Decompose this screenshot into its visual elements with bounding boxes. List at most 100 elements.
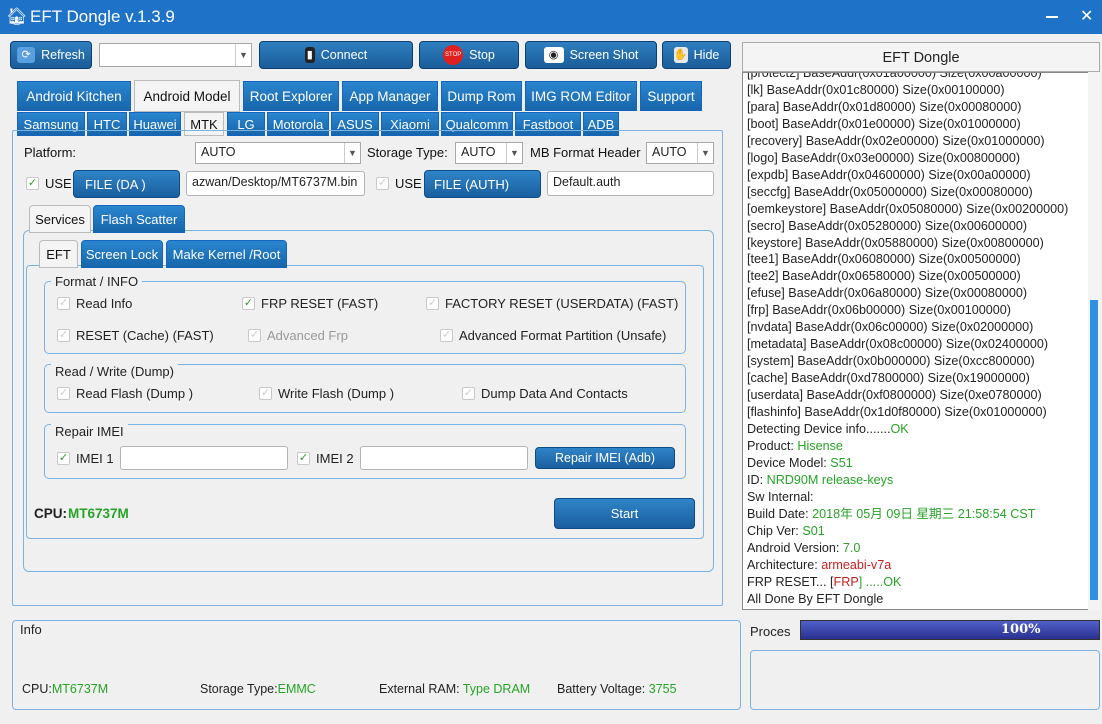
log-line-text: [cache] BaseAddr(0xd7800000) Size(0x1900…	[747, 371, 1030, 386]
tab-eft[interactable]: EFT	[39, 240, 78, 268]
reset-cache-option[interactable]: ✓ RESET (Cache) (FAST)	[57, 328, 214, 343]
log-line-text: Chip Ver:	[747, 523, 803, 538]
info-battery-value: 3755	[648, 682, 677, 696]
tab-android-model[interactable]: Android Model	[134, 80, 240, 112]
log-line: All Done By EFT Dongle	[747, 591, 1099, 608]
connect-label: Connect	[320, 48, 368, 62]
hide-label: Hide	[693, 48, 720, 62]
advanced-format-checkbox[interactable]: ✓	[440, 329, 453, 342]
tab-flash-scatter[interactable]: Flash Scatter	[93, 205, 185, 233]
use-da-checkbox[interactable]: ✓	[26, 177, 39, 190]
read-flash-checkbox[interactable]: ✓	[57, 387, 70, 400]
log-line: ID: NRD90M release-keys	[747, 472, 1099, 489]
imei2-option[interactable]: ✓ IMEI 2	[297, 451, 354, 466]
minimize-icon[interactable]	[1046, 16, 1058, 18]
cpu-label: CPU:	[34, 506, 67, 521]
info-storage: Storage Type:EMMC	[200, 682, 316, 696]
log-line: [frp] BaseAddr(0x06b00000) Size(0x001000…	[747, 302, 1099, 319]
log-line: [seccfg] BaseAddr(0x05000000) Size(0x000…	[747, 184, 1099, 201]
write-flash-checkbox[interactable]: ✓	[259, 387, 272, 400]
screenshot-label: Screen Shot	[569, 48, 639, 62]
file-auth-button[interactable]: FILE (AUTH)	[424, 170, 541, 198]
log-line: Detecting Device info.......OK	[747, 421, 1099, 438]
advanced-format-option[interactable]: ✓ Advanced Format Partition (Unsafe)	[440, 328, 666, 343]
tab-support[interactable]: Support	[640, 81, 702, 111]
imei1-option[interactable]: ✓ IMEI 1	[57, 451, 114, 466]
tab-make-kernel-root[interactable]: Make Kernel /Root	[166, 240, 287, 268]
format-info-group	[44, 281, 686, 354]
use-auth-label: USE	[395, 176, 422, 191]
screenshot-button[interactable]: ◉ Screen Shot	[525, 41, 657, 69]
factory-reset-label: FACTORY RESET (USERDATA) (FAST)	[445, 296, 679, 311]
start-button[interactable]: Start	[554, 498, 695, 529]
imei1-checkbox[interactable]: ✓	[57, 452, 70, 465]
mb-format-select[interactable]: AUTO ▼	[646, 142, 714, 164]
log-line-text: Sw Internal:	[747, 489, 814, 504]
log-line-value: S01	[802, 523, 825, 538]
close-icon[interactable]: ✕	[1080, 6, 1093, 26]
tab-services[interactable]: Services	[29, 205, 91, 233]
log-line-value: FRP	[833, 574, 859, 589]
log-line: [cache] BaseAddr(0xd7800000) Size(0x1900…	[747, 370, 1099, 387]
advanced-format-label: Advanced Format Partition (Unsafe)	[459, 328, 667, 343]
info-storage-value: EMMC	[277, 682, 316, 696]
platform-select[interactable]: AUTO ▼	[195, 142, 361, 164]
cpu-value: MT6737M	[68, 506, 129, 521]
repair-imei-button[interactable]: Repair IMEI (Adb)	[535, 447, 675, 469]
read-info-checkbox[interactable]: ✓	[57, 297, 70, 310]
info-storage-label: Storage Type:	[200, 682, 278, 696]
info-ram: External RAM: Type DRAM	[379, 682, 530, 696]
reset-cache-checkbox[interactable]: ✓	[57, 329, 70, 342]
tab-screen-lock[interactable]: Screen Lock	[81, 240, 163, 268]
log-line: Sw Internal:	[747, 489, 1099, 506]
progress-label: Proces	[750, 624, 791, 639]
dump-data-checkbox[interactable]: ✓	[462, 387, 475, 400]
read-info-option[interactable]: ✓ Read Info	[57, 296, 132, 311]
imei1-input[interactable]	[120, 446, 288, 470]
frp-reset-option[interactable]: ✓ FRP RESET (FAST)	[242, 296, 378, 311]
frp-reset-checkbox[interactable]: ✓	[242, 297, 255, 310]
tab-android-kitchen[interactable]: Android Kitchen	[17, 81, 131, 111]
imei2-checkbox[interactable]: ✓	[297, 452, 310, 465]
reset-cache-label: RESET (Cache) (FAST)	[76, 328, 214, 343]
tab-app-manager[interactable]: App Manager	[342, 81, 438, 111]
read-flash-option[interactable]: ✓ Read Flash (Dump )	[57, 386, 193, 401]
read-flash-label: Read Flash (Dump )	[76, 386, 194, 401]
dump-data-option[interactable]: ✓ Dump Data And Contacts	[462, 386, 628, 401]
da-path-field[interactable]: azwan/Desktop/MT6737M.bin	[186, 171, 365, 196]
stop-button[interactable]: STOP Stop	[419, 41, 519, 69]
advanced-frp-label: Advanced Frp	[267, 328, 348, 343]
log-line-value: NRD90M release-keys	[766, 472, 894, 487]
tab-root-explorer[interactable]: Root Explorer	[243, 81, 339, 111]
storage-type-select[interactable]: AUTO ▼	[455, 142, 523, 164]
file-da-button[interactable]: FILE (DA )	[73, 170, 180, 198]
port-select[interactable]: ▼	[99, 43, 252, 67]
imei2-input[interactable]	[360, 446, 528, 470]
log-line: Build Date: 2018年 05月 09日 星期三 21:58:54 C…	[747, 506, 1099, 523]
log-line: [metadata] BaseAddr(0x08c00000) Size(0x0…	[747, 336, 1099, 353]
home-icon: 🏠︎	[6, 7, 28, 26]
hide-button[interactable]: ✋ Hide	[662, 41, 731, 69]
log-line: [system] BaseAddr(0x0b000000) Size(0xcc8…	[747, 353, 1099, 370]
chevron-down-icon: ▼	[697, 143, 713, 163]
tab-img-rom-editor[interactable]: IMG ROM Editor	[525, 81, 637, 111]
log-output[interactable]: [protect2] BaseAddr(0x01a00000) Size(0x0…	[742, 72, 1100, 610]
tab-dump-rom[interactable]: Dump Rom	[441, 81, 522, 111]
log-line: [protect2] BaseAddr(0x01a00000) Size(0x0…	[747, 73, 1099, 82]
mb-format-label: MB Format Header	[530, 145, 641, 160]
log-scrollbar-thumb[interactable]	[1090, 300, 1098, 600]
factory-reset-checkbox[interactable]: ✓	[426, 297, 439, 310]
log-line: [nvdata] BaseAddr(0x06c00000) Size(0x020…	[747, 319, 1099, 336]
refresh-button[interactable]: ⟳ Refresh	[10, 41, 92, 69]
advanced-frp-option[interactable]: ✓ Advanced Frp	[248, 328, 348, 343]
connect-button[interactable]: ▮ Connect	[259, 41, 413, 69]
advanced-frp-checkbox[interactable]: ✓	[248, 329, 261, 342]
write-flash-option[interactable]: ✓ Write Flash (Dump )	[259, 386, 394, 401]
title-bar: 🏠︎ EFT Dongle v.1.3.9 ✕	[0, 0, 1102, 34]
refresh-icon: ⟳	[17, 47, 36, 63]
log-line-value: armeabi-v7a	[821, 557, 892, 572]
use-auth-checkbox[interactable]: ✓	[376, 177, 389, 190]
factory-reset-option[interactable]: ✓ FACTORY RESET (USERDATA) (FAST)	[426, 296, 678, 311]
format-info-title: Format / INFO	[51, 274, 143, 289]
auth-path-field[interactable]: Default.auth	[547, 171, 714, 196]
